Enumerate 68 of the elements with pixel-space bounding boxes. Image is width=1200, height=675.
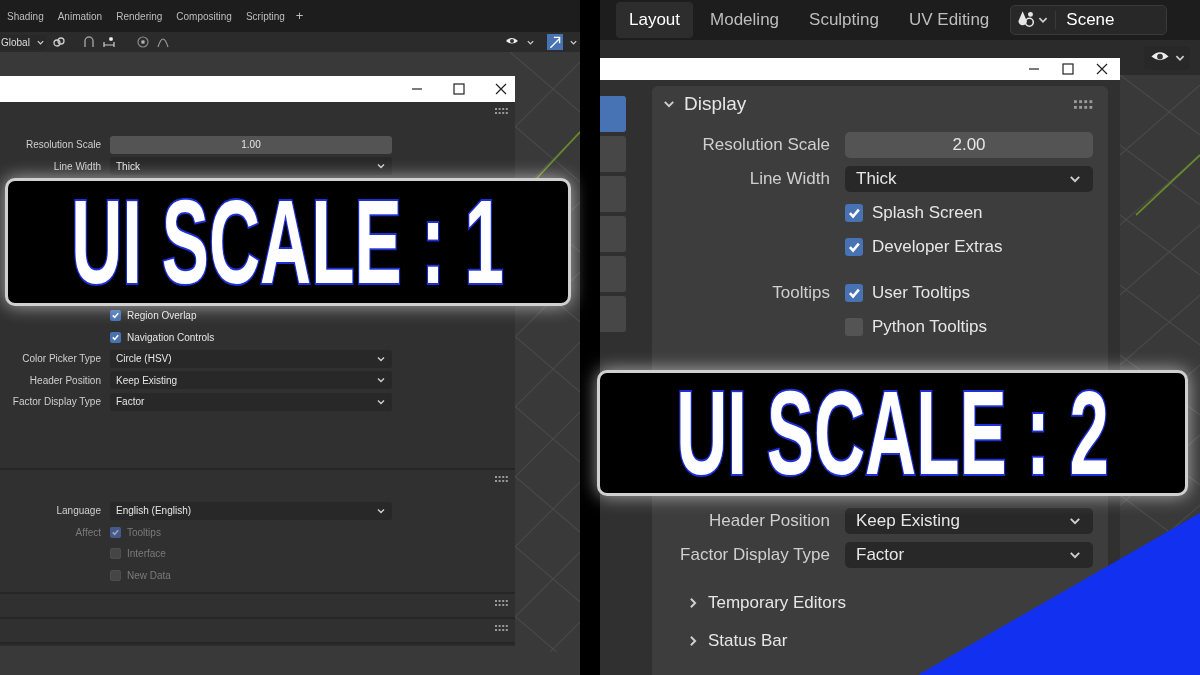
- field-label: Affect: [75, 526, 101, 538]
- dropdown[interactable]: Thick: [845, 166, 1093, 192]
- field-label: Color Picker Type: [21, 352, 102, 367]
- dropdown[interactable]: Factor: [110, 392, 392, 411]
- checkbox[interactable]: [845, 238, 863, 256]
- workspace-tab[interactable]: Animation: [50, 6, 110, 26]
- title-banner: UI SCALE : 1: [5, 178, 571, 306]
- workspace-tab[interactable]: Shading: [0, 6, 51, 26]
- checkbox-label: Python Tooltips: [872, 316, 987, 339]
- field-label: Factor Display Type: [11, 395, 102, 410]
- number-field[interactable]: 2.00: [845, 132, 1093, 158]
- field-label: Line Width: [748, 168, 831, 191]
- drag-handle-icon[interactable]: [495, 476, 509, 482]
- workspace-tab[interactable]: Modeling: [697, 2, 793, 38]
- workspace-tab[interactable]: Rendering: [109, 6, 170, 26]
- dropdown[interactable]: Factor: [845, 542, 1093, 568]
- drag-handle-icon[interactable]: [495, 108, 509, 114]
- workspace-tab[interactable]: Compositing: [169, 6, 239, 26]
- dropdown[interactable]: Thick: [110, 157, 392, 176]
- checkbox-label: Developer Extras: [872, 236, 1003, 259]
- add-tab-button[interactable]: +: [291, 6, 308, 26]
- checkmark-icon: [111, 311, 120, 321]
- field-label: Language: [55, 504, 102, 519]
- gizmo-icon[interactable]: [547, 34, 563, 50]
- number-field[interactable]: 1.00: [110, 135, 392, 154]
- checkbox-label: Tooltips: [127, 525, 161, 540]
- checkbox[interactable]: [110, 310, 121, 322]
- workspace-tab[interactable]: Scripting: [238, 6, 292, 26]
- maximize-icon[interactable]: [1062, 63, 1074, 75]
- checkbox-label: User Tooltips: [872, 282, 970, 305]
- checkmark-icon: [111, 332, 120, 342]
- drag-handle-icon[interactable]: [495, 600, 509, 606]
- drag-handle-icon[interactable]: [1074, 99, 1094, 109]
- field-label: Line Width: [52, 159, 102, 174]
- dropdown[interactable]: English (English): [110, 501, 392, 520]
- link-icon[interactable]: [51, 35, 66, 49]
- drag-handle-icon[interactable]: [495, 625, 509, 631]
- dropdown[interactable]: Circle (HSV): [110, 349, 392, 368]
- checkbox-label: Navigation Controls: [127, 330, 215, 345]
- field-label: Header Position: [708, 510, 831, 533]
- subpanel-header[interactable]: Status Bar: [686, 622, 788, 660]
- workspace-tab[interactable]: Sculpting: [796, 2, 892, 38]
- field-label: Factor Display Type: [679, 544, 831, 567]
- magnet-icon[interactable]: [81, 35, 96, 49]
- checkbox-label: Region Overlap: [127, 309, 197, 324]
- checkmark-icon: [111, 527, 120, 537]
- dropdown[interactable]: Keep Existing: [845, 508, 1093, 534]
- panel-header[interactable]: Display: [662, 89, 747, 119]
- checkbox[interactable]: [110, 331, 121, 343]
- field-label: Resolution Scale: [701, 134, 831, 157]
- field-label: Resolution Scale: [24, 138, 102, 153]
- field-label: Header Position: [28, 373, 102, 388]
- workspace-tab[interactable]: Layout: [616, 2, 694, 38]
- field-label: Tooltips: [772, 283, 830, 303]
- maximize-icon[interactable]: [453, 83, 465, 95]
- checkbox-label: Interface: [127, 547, 166, 562]
- checkbox[interactable]: [845, 204, 863, 222]
- close-icon[interactable]: [495, 83, 507, 95]
- proportional-edit-icon[interactable]: [135, 35, 150, 49]
- subpanel-header[interactable]: Temporary Editors: [686, 584, 846, 622]
- checkbox[interactable]: [845, 284, 863, 302]
- snap-icon[interactable]: [101, 35, 116, 49]
- close-icon[interactable]: [1096, 63, 1108, 75]
- title-banner: UI SCALE : 2: [597, 370, 1188, 496]
- dropdown[interactable]: Keep Existing: [110, 371, 392, 390]
- checkbox-label: New Data: [127, 568, 171, 583]
- checkbox-label: Splash Screen: [872, 202, 983, 225]
- workspace-tab[interactable]: UV Editing: [896, 2, 1003, 38]
